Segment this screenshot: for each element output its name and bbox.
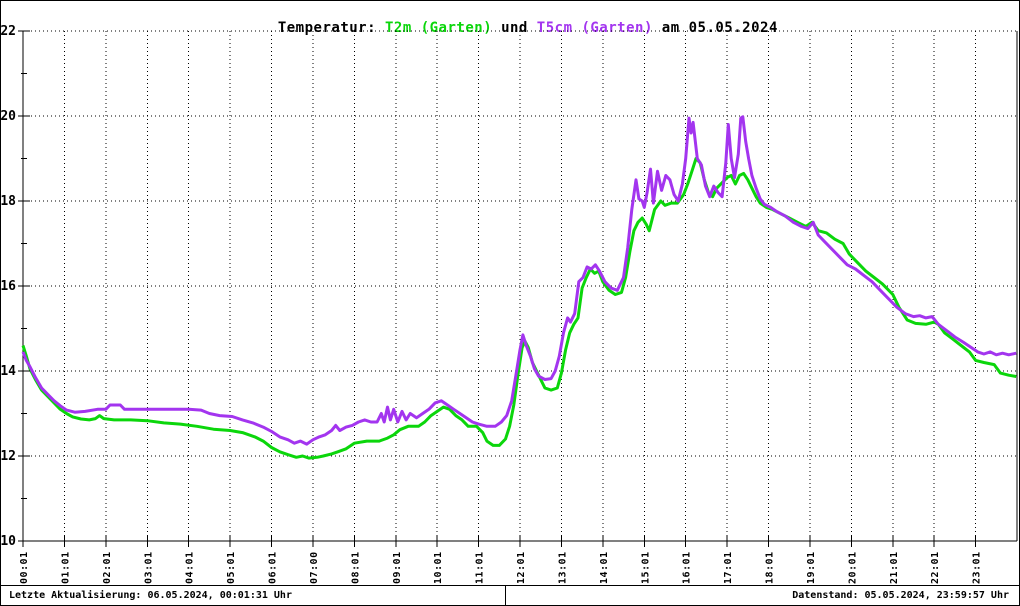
x-tick-label: 01:01 xyxy=(60,551,71,584)
x-tick-label: 03:01 xyxy=(143,551,154,584)
x-tick-label: 14:01 xyxy=(599,551,610,584)
y-tick-label: 16 xyxy=(1,279,16,294)
x-tick-label: 12:01 xyxy=(516,551,527,584)
x-tick-label: 20:01 xyxy=(847,551,858,584)
x-tick-label: 23:01 xyxy=(972,551,983,584)
weather-chart-page: Temperatur: T2m (Garten) und T5cm (Garte… xyxy=(0,0,1020,606)
x-tick-label: 19:01 xyxy=(806,551,817,584)
y-tick-label: 20 xyxy=(1,109,16,124)
x-tick-label: 05:01 xyxy=(226,551,237,584)
x-tick-label: 21:01 xyxy=(889,551,900,584)
x-tick-label: 10:01 xyxy=(433,551,444,584)
x-tick-label: 17:01 xyxy=(723,551,734,584)
footer-bar: Letzte Aktualisierung: 06.05.2024, 00:01… xyxy=(1,585,1019,605)
x-tick-label: 18:01 xyxy=(765,551,776,584)
y-tick-label: 18 xyxy=(1,194,16,209)
temperature-plot: 22 20 18 16 14 12 1000:01 01:01 02:01 03:01 04:01 0… xyxy=(1,24,1018,584)
x-tick-label: 13:01 xyxy=(557,551,568,584)
footer-last-update: Letzte Aktualisierung: 06.05.2024, 00:01… xyxy=(1,586,506,605)
x-tick-label: 07:00 xyxy=(309,551,320,584)
y-tick-label: 10 xyxy=(1,534,16,549)
footer-data-timestamp: Datenstand: 05.05.2024, 23:59:57 Uhr xyxy=(792,590,1009,601)
x-tick-label: 22:01 xyxy=(930,551,941,584)
x-tick-label: 06:01 xyxy=(268,551,279,584)
x-tick-label: 15:01 xyxy=(640,551,651,584)
x-tick-label: 04:01 xyxy=(185,551,196,584)
x-tick-label: 09:01 xyxy=(392,551,403,584)
x-tick-label: 00:01 xyxy=(19,551,30,584)
y-tick-label: 14 xyxy=(1,364,16,379)
x-tick-label: 02:01 xyxy=(102,551,113,584)
x-tick-label: 08:01 xyxy=(350,551,361,584)
x-tick-label: 16:01 xyxy=(682,551,693,584)
x-tick-label: 11:01 xyxy=(475,551,486,584)
y-tick-label: 12 xyxy=(1,449,16,464)
y-tick-label: 22 xyxy=(1,24,16,39)
